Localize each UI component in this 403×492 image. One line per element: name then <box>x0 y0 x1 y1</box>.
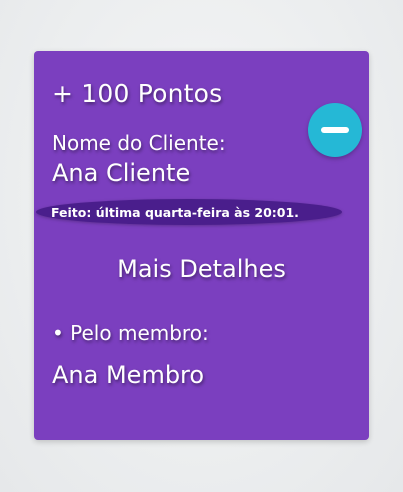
collapse-button[interactable] <box>308 103 362 157</box>
points-title: + 100 Pontos <box>52 79 223 108</box>
member-name: Ana Membro <box>52 361 205 389</box>
details-heading: Mais Detalhes <box>117 255 286 283</box>
done-timestamp: Feito: última quarta-feira às 20:01. <box>51 204 299 220</box>
done-badge: Feito: última quarta-feira às 20:01. <box>36 199 342 225</box>
client-name: Ana Cliente <box>52 159 191 187</box>
member-label: • Pelo membro: <box>52 321 209 345</box>
minus-icon <box>321 127 349 133</box>
client-label: Nome do Cliente: <box>52 131 226 155</box>
points-card: + 100 Pontos Nome do Cliente: Ana Client… <box>34 51 369 440</box>
